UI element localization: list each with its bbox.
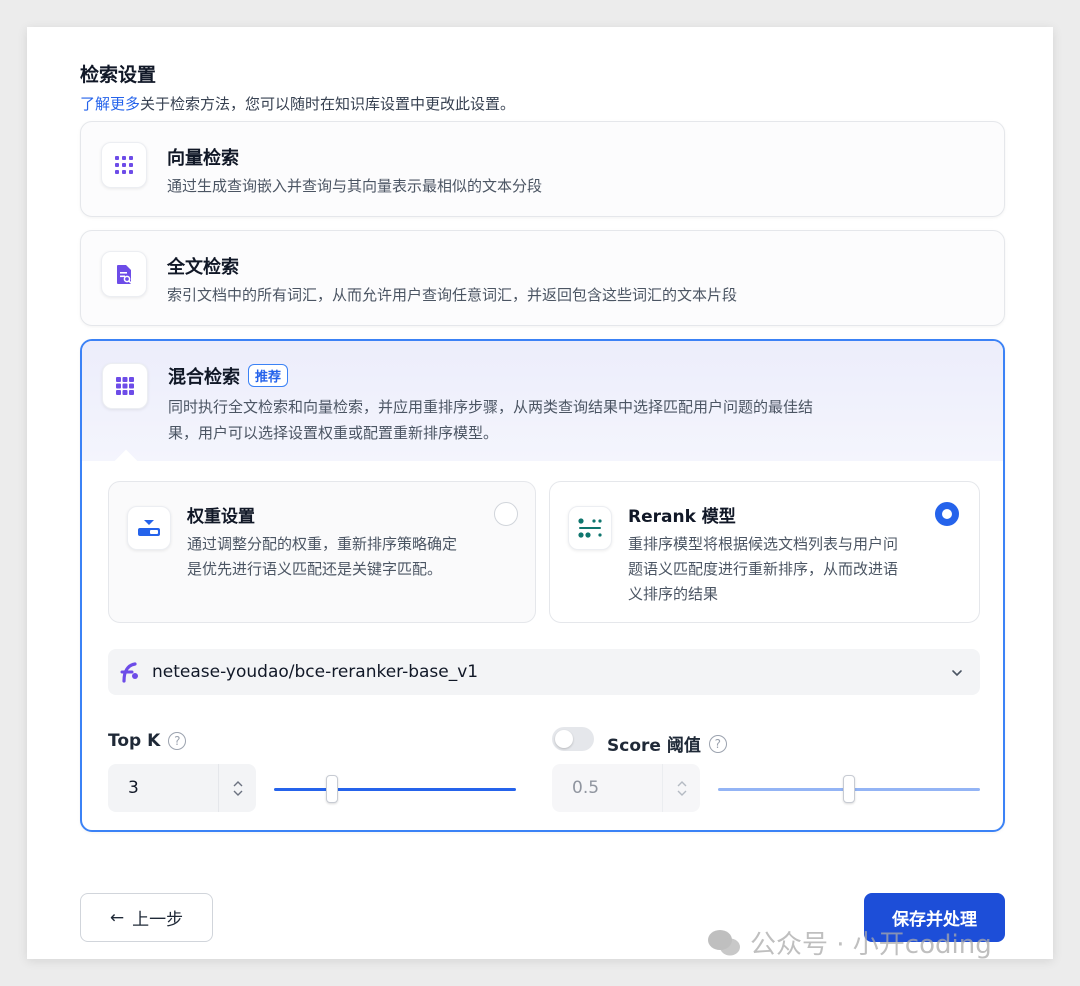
recommended-badge: 推荐 xyxy=(248,364,289,387)
topk-value: 3 xyxy=(128,778,139,798)
score-label-text: Score 阈值 xyxy=(607,736,701,756)
weight-icon xyxy=(127,506,171,550)
arrow-left-icon: ← xyxy=(109,907,125,928)
wechat-icon xyxy=(708,929,740,955)
method-title: 向量检索 xyxy=(167,148,239,169)
desc-line: 果，用户可以选择设置权重或配置重新排序模型。 xyxy=(168,424,499,442)
rerank-model-card[interactable]: Rerank 模型 重排序模型将根据候选文档列表与用户问 题语义匹配度进行重新排… xyxy=(549,481,980,623)
score-label: Score 阈值 ? xyxy=(607,731,727,756)
topk-slider-thumb[interactable] xyxy=(326,775,339,803)
topk-label: Top K ? xyxy=(108,731,187,751)
watermark: 公众号 · 小开coding xyxy=(706,924,992,961)
method-desc: 通过生成查询嵌入并查询与其向量表示最相似的文本分段 xyxy=(167,177,543,195)
desc-line: 义排序的结果 xyxy=(628,585,719,603)
desc-line: 重排序模型将根据候选文档列表与用户问 xyxy=(628,535,899,553)
model-value: netease-youdao/bce-reranker-base_v1 xyxy=(152,662,479,682)
grid-icon xyxy=(102,363,148,409)
chevron-up-icon xyxy=(233,780,242,786)
score-toggle[interactable] xyxy=(552,727,594,751)
rerank-desc: 重排序模型将根据候选文档列表与用户问 题语义匹配度进行重新排序，从而改进语 义排… xyxy=(628,532,898,607)
hybrid-title: 混合检索 xyxy=(168,367,240,388)
score-stepper[interactable] xyxy=(662,764,700,812)
chevron-up-icon xyxy=(677,780,686,786)
weight-settings-card[interactable]: 权重设置 通过调整分配的权重，重新排序策略确定 是优先进行语义匹配还是关键字匹配… xyxy=(108,481,536,623)
help-icon[interactable]: ? xyxy=(708,734,727,753)
score-value: 0.5 xyxy=(572,778,600,798)
rerank-icon xyxy=(568,506,612,550)
method-card-vector[interactable]: 向量检索 通过生成查询嵌入并查询与其向量表示最相似的文本分段 xyxy=(80,121,1005,217)
method-title: 全文检索 xyxy=(167,257,239,278)
subtitle-text: 关于检索方法，您可以随时在知识库设置中更改此设置。 xyxy=(140,95,516,113)
desc-line: 是优先进行语义匹配还是关键字匹配。 xyxy=(187,560,443,578)
page-subtitle: 了解更多关于检索方法，您可以随时在知识库设置中更改此设置。 xyxy=(80,93,515,114)
help-icon[interactable]: ? xyxy=(168,732,187,750)
method-card-fulltext[interactable]: 全文检索 索引文档中的所有词汇，从而允许用户查询任意词汇，并返回包含这些词汇的文… xyxy=(80,230,1005,326)
chevron-down-icon xyxy=(677,790,686,796)
model-provider-icon xyxy=(120,661,140,687)
method-card-hybrid[interactable]: 混合检索 推荐 同时执行全文检索和向量检索，并应用重排序步骤，从两类查询结果中选择… xyxy=(80,339,1005,832)
weight-desc: 通过调整分配的权重，重新排序策略确定 是优先进行语义匹配还是关键字匹配。 xyxy=(187,532,457,582)
topk-label-text: Top K xyxy=(108,731,161,751)
method-desc: 同时执行全文检索和向量检索，并应用重排序步骤，从两类查询结果中选择匹配用户问题的… xyxy=(168,394,813,446)
topk-stepper[interactable] xyxy=(218,764,256,812)
desc-line: 通过调整分配的权重，重新排序策略确定 xyxy=(187,535,458,553)
watermark-text: 公众号 · 小开coding xyxy=(750,930,992,960)
rerank-model-select[interactable]: netease-youdao/bce-reranker-base_v1 xyxy=(108,649,980,695)
score-input[interactable]: 0.5 xyxy=(552,764,700,812)
desc-line: 题语义匹配度进行重新排序，从而改进语 xyxy=(628,560,899,578)
score-slider-thumb[interactable] xyxy=(843,775,855,803)
grid-icon xyxy=(101,142,147,188)
back-label: 上一步 xyxy=(132,910,184,930)
learn-more-link[interactable]: 了解更多 xyxy=(80,95,140,113)
method-desc: 索引文档中的所有词汇，从而允许用户查询任意词汇，并返回包含这些词汇的文本片段 xyxy=(167,286,738,304)
chevron-down-icon xyxy=(950,665,964,684)
topk-input[interactable]: 3 xyxy=(108,764,256,812)
weight-title: 权重设置 xyxy=(187,507,255,527)
desc-line: 同时执行全文检索和向量检索，并应用重排序步骤，从两类查询结果中选择匹配用户问题的… xyxy=(168,398,814,416)
method-title: 混合检索 推荐 xyxy=(168,363,289,389)
topk-slider-track[interactable] xyxy=(274,788,516,791)
weight-radio[interactable] xyxy=(494,502,518,526)
back-button[interactable]: ← 上一步 xyxy=(80,893,213,942)
rerank-radio[interactable] xyxy=(935,502,959,526)
page-title: 检索设置 xyxy=(80,64,157,86)
document-search-icon xyxy=(101,251,147,297)
rerank-title: Rerank 模型 xyxy=(628,507,736,527)
chevron-down-icon xyxy=(233,790,242,796)
